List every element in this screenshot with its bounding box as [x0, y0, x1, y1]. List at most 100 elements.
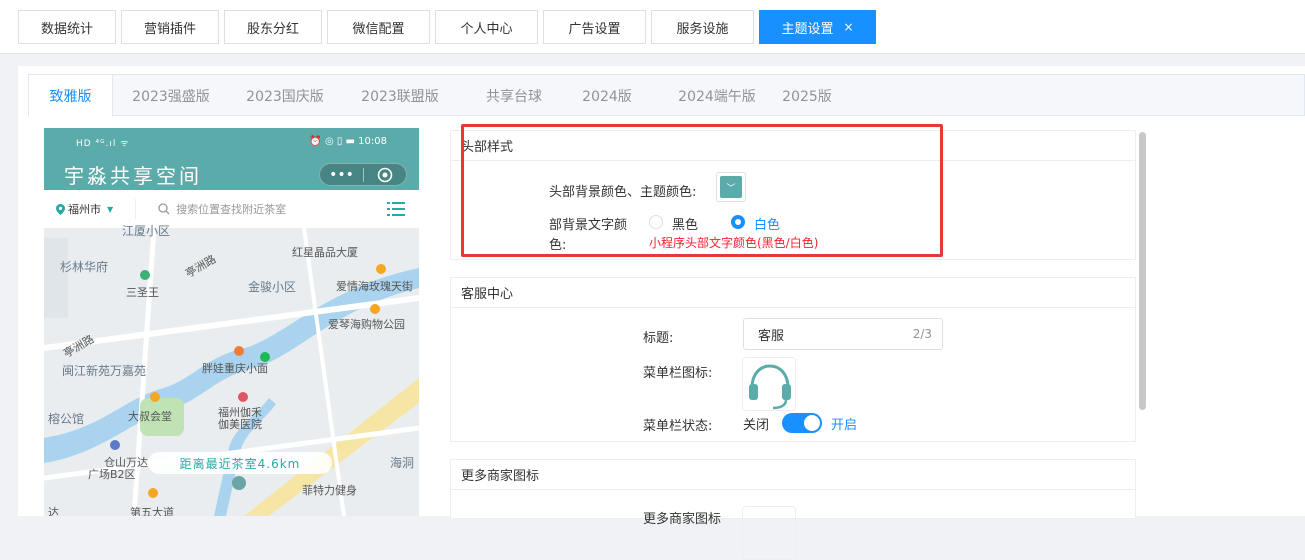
tab-ad-settings[interactable]: 广告设置: [543, 10, 646, 44]
tab-label: 微信配置: [352, 21, 405, 37]
header-style-card: 头部样式 头部背景颜色、主题颜色: ﹀ 部背景文字颜 色: 黑色 白色 小程序头…: [450, 130, 1136, 260]
map-label: 闽江新苑万嘉苑: [62, 364, 147, 378]
map-poi-icon: [376, 264, 386, 274]
theme-tab-2023-alliance[interactable]: 2023联盟版: [352, 75, 448, 116]
map-label: 爱琴海购物公园: [328, 318, 405, 331]
menu-status-switch[interactable]: [782, 413, 822, 433]
tab-data-stats[interactable]: 数据统计: [18, 10, 116, 44]
map-poi-icon: [234, 346, 244, 356]
map-label: 海洞: [390, 456, 415, 470]
tab-label: 服务设施: [676, 21, 729, 37]
tab-label: 股东分红: [246, 21, 299, 37]
menu-icon-upload[interactable]: [742, 357, 796, 411]
map-poi-icon: [140, 270, 150, 280]
menu-icon-label: 菜单栏图标:: [643, 366, 713, 381]
phone-preview: HD ⁴ᴳ.ıl ᯤ ⏰ ◎ ▯ ▬ 10:08 宇淼共享空间 ••• 福州市 …: [44, 128, 419, 516]
switch-on-label: 开启: [831, 418, 858, 433]
status-bar-left: HD ⁴ᴳ.ıl ᯤ: [76, 139, 130, 149]
text-color-label-cont: 色:: [549, 238, 567, 253]
theme-tab-2025[interactable]: 2025版: [759, 75, 855, 116]
merchant-icon-label: 更多商家图标: [643, 512, 722, 527]
phone-header: HD ⁴ᴳ.ıl ᯤ ⏰ ◎ ▯ ▬ 10:08 宇淼共享空间 •••: [44, 128, 419, 190]
more-icon: •••: [329, 166, 354, 183]
radio-white-label: 白色: [754, 218, 781, 233]
tab-label: 数据统计: [40, 21, 93, 37]
header-color-picker[interactable]: ﹀: [716, 172, 746, 202]
tab-label: 营销插件: [143, 21, 196, 37]
text-color-hint: 小程序头部文字颜色(黑色/白色): [649, 236, 819, 250]
chevron-down-icon: ﹀: [726, 183, 736, 194]
map-label: 达: [48, 506, 59, 516]
map-label: 胖娃重庆小面: [202, 362, 268, 375]
list-icon: [387, 202, 405, 216]
map-label: 大叔会堂: [128, 410, 172, 423]
city-name: 福州市: [68, 203, 101, 216]
theme-tab-2023-national-day[interactable]: 2023国庆版: [237, 75, 333, 116]
map-poi-icon: [150, 392, 160, 402]
map-label: 杉林华府: [60, 260, 109, 274]
map-label: 红星晶品大厦: [292, 246, 358, 259]
char-count: 2/3: [912, 327, 932, 341]
tab-marketing-plugins[interactable]: 营销插件: [121, 10, 219, 44]
merchant-icon-upload[interactable]: [742, 506, 796, 560]
radio-black[interactable]: [649, 215, 663, 229]
search-icon: [158, 203, 170, 215]
map-poi-icon: [148, 488, 158, 498]
card-title: 更多商家图标: [451, 460, 1135, 490]
service-title-label: 标题:: [643, 331, 674, 346]
city-selector: 福州市 ▼: [56, 201, 113, 217]
close-icon[interactable]: ×: [843, 20, 853, 34]
map-location-marker: [260, 352, 270, 362]
map-poi-icon: [370, 304, 380, 314]
top-tab-bar: 数据统计 营销插件 股东分红 微信配置 个人中心 广告设置 服务设施 主题设置 …: [0, 0, 1305, 54]
theme-version-tabs: 致雅版 2023强盛版 2023国庆版 2023联盟版 共享台球 2024版 2…: [28, 74, 1305, 117]
map-label: 伽美医院: [218, 418, 262, 431]
theme-tab-2024[interactable]: 2024版: [559, 75, 655, 116]
tab-personal-center[interactable]: 个人中心: [435, 10, 538, 44]
map-label: 榕公馆: [48, 412, 85, 426]
tab-theme-settings[interactable]: 主题设置 ×: [759, 10, 876, 44]
search-placeholder: 搜索位置查找附近茶室: [176, 203, 287, 216]
map-label: 三圣王: [126, 286, 159, 299]
theme-tab-elegant[interactable]: 致雅版: [29, 75, 113, 117]
target-icon: [364, 167, 406, 183]
phone-search-box: 搜索位置查找附近茶室: [135, 199, 286, 219]
headset-icon: [749, 364, 791, 410]
location-pin-icon: [56, 203, 65, 215]
tab-label: 主题设置: [781, 21, 834, 37]
more-merchants-card: 更多商家图标 更多商家图标: [450, 459, 1136, 560]
mini-program-capsule: •••: [319, 163, 407, 186]
mini-program-title: 宇淼共享空间: [64, 164, 202, 188]
service-title-value: 客服: [758, 328, 785, 344]
scrollbar[interactable]: [1139, 132, 1146, 410]
caret-down-icon: ▼: [107, 204, 114, 214]
header-bg-color-label: 头部背景颜色、主题颜色:: [549, 185, 697, 200]
service-title-input[interactable]: 客服 2/3: [743, 318, 943, 350]
card-title: 头部样式: [451, 131, 1135, 161]
tab-shareholder-dividend[interactable]: 股东分红: [224, 10, 322, 44]
theme-tab-2023-strong[interactable]: 2023强盛版: [123, 75, 219, 116]
card-title: 客服中心: [451, 278, 1135, 308]
status-bar-right: ⏰ ◎ ▯ ▬ 10:08: [309, 136, 387, 147]
radio-white[interactable]: [731, 215, 745, 229]
map-label: 爱情海玫瑰天街: [336, 280, 413, 293]
map-label: 第五大道: [130, 506, 174, 516]
radio-black-label: 黑色: [672, 218, 699, 233]
map-store-marker: [232, 476, 246, 490]
tab-label: 个人中心: [460, 21, 513, 37]
map-label: 金骏小区: [248, 280, 297, 294]
map-poi-icon: [238, 392, 248, 402]
nearest-distance-badge: 距离最近茶室4.6km: [148, 452, 332, 474]
phone-search-row: 福州市 ▼ 搜索位置查找附近茶室: [44, 190, 419, 228]
tab-wechat-config[interactable]: 微信配置: [327, 10, 430, 44]
text-color-label: 部背景文字颜: [549, 218, 628, 233]
tab-label: 广告设置: [568, 21, 621, 37]
switch-off-label: 关闭: [743, 418, 770, 433]
map-label: 菲特力健身: [302, 484, 357, 497]
tab-service-facilities[interactable]: 服务设施: [651, 10, 754, 44]
phone-map: 江厦小区 红星晶品大厦 杉林华府 亭洲路 金骏小区 爱情海玫瑰天街 三圣王 爱琴…: [44, 224, 419, 516]
map-poi-icon: [110, 440, 120, 450]
menu-status-label: 菜单栏状态:: [643, 419, 713, 434]
map-label: 广场B2区: [88, 468, 136, 481]
theme-tab-billiards[interactable]: 共享台球: [466, 75, 562, 116]
